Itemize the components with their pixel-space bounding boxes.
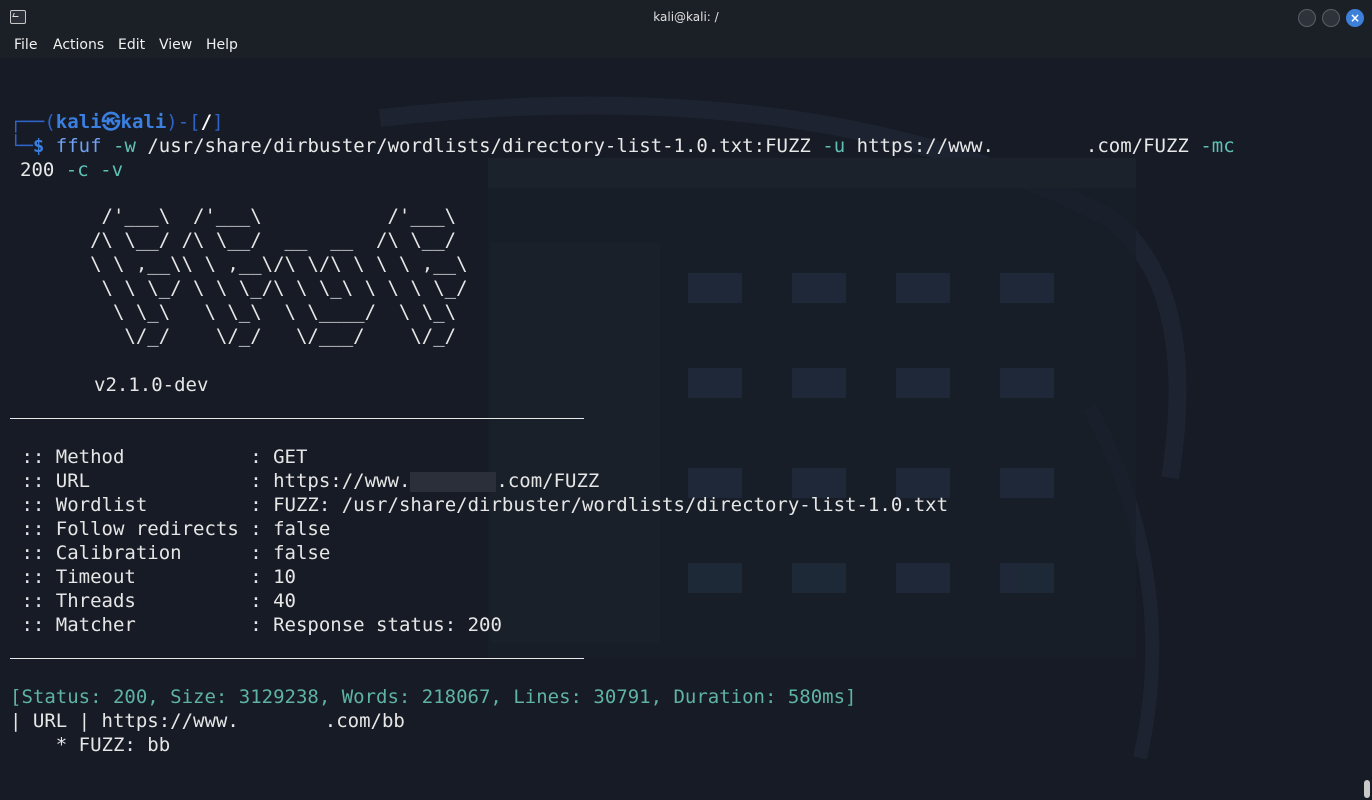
divider-top [10,418,584,419]
config-row: :: Threads : 40 [10,589,296,613]
result-url-label: | URL | https://www. [10,710,239,732]
config-value: false [273,518,331,540]
redacted-domain [239,712,325,732]
config-key: :: Wordlist : [10,494,274,516]
config-key: :: Timeout : [10,566,274,588]
config-row: :: Timeout : 10 [10,565,296,589]
prompt-bracket-open: )-[ [166,111,201,133]
config-key: :: Method : [10,446,274,468]
config-value: Response status: 200 [273,614,502,636]
config-row: :: Matcher : Response status: 200 [10,613,502,637]
banner-line: \ \ \_/ \ \ \_/\ \ \_\ \ \ \ \_/ [10,277,468,299]
banner-line: /'___\ /'___\ /'___\ [10,205,457,227]
config-key: :: Threads : [10,590,274,612]
flag-v: -v [100,159,124,181]
menu-edit[interactable]: Edit [118,37,145,53]
config-value: 40 [273,590,296,612]
config-key: :: URL : [10,470,274,492]
version-text: v2.1.0-dev [94,374,209,396]
menu-actions[interactable]: Actions [53,37,104,53]
banner-line: \ \_\ \ \_\ \ \____/ \ \_\ [10,301,457,323]
flag-mc: -mc [1200,135,1235,157]
wordlist-arg: /usr/share/dirbuster/wordlists/directory… [147,135,811,157]
prompt-dollar: $ [32,135,45,157]
status-line: [Status: 200, Size: 3129238, Words: 2180… [10,686,857,708]
result-url-suffix: .com/bb [324,710,405,732]
config-value: GET [273,446,308,468]
banner-line: \ \ ,__\\ \ ,__\/\ \/\ \ \ \ ,__\ [10,253,468,275]
config-key: :: Calibration : [10,542,274,564]
config-row: :: Follow redirects : false [10,517,330,541]
flag-c: -c [65,159,89,181]
config-row: :: Calibration : false [10,541,330,565]
prompt-line: ┌──(kali㉿kali)-[/] [10,110,224,134]
redacted-domain [994,137,1086,157]
prompt-user: kali㉿kali [55,111,167,133]
minimize-button[interactable] [1298,9,1316,27]
mc-value: 200 [20,159,55,181]
config-key: :: Matcher : [10,614,274,636]
flag-u: -u [822,135,846,157]
divider-bottom [10,658,584,659]
result-url-line: | URL | https://www. .com/bb [10,709,405,733]
flag-w: -w [113,135,136,157]
config-row: :: URL : https://www. .com/FUZZ [10,469,599,493]
window-title: kali@kali: / [653,10,719,24]
config-row: :: Wordlist : FUZZ: /usr/share/dirbuster… [10,493,948,517]
config-value: false [273,542,331,564]
prompt-bracket-close: ] [212,111,224,133]
menu-file[interactable]: File [14,37,37,53]
command-line: └─$ ffuf -w /usr/share/dirbuster/wordlis… [10,134,1235,158]
command-program: ffuf [55,135,102,157]
config-row: :: Method : GET [10,445,307,469]
config-key: :: Follow redirects : [10,518,274,540]
banner-line: \/_/ \/_/ \/___/ \/_/ [10,325,457,347]
prompt-corner-top: ┌──( [10,111,56,133]
config-value: https://www. [273,470,411,492]
maximize-button[interactable] [1322,9,1340,27]
terminal-output[interactable]: ┌──(kali㉿kali)-[/] └─$ ffuf -w /usr/shar… [0,58,1372,800]
fuzz-line: * FUZZ: bb [10,734,171,756]
prompt-path: / [200,111,213,133]
title-bar: kali@kali: / × [0,0,1372,35]
prompt-corner-bottom: └─ [10,135,33,157]
url-prefix: https://www. [856,135,994,157]
redacted-domain [410,471,497,492]
close-button[interactable]: × [1346,9,1364,27]
scrollbar[interactable] [1364,780,1370,798]
config-value: 10 [273,566,296,588]
menu-bar: File Actions Edit View Help [0,34,1372,58]
url-suffix: .com/FUZZ [1085,135,1189,157]
config-url-suffix: .com/FUZZ [496,470,600,492]
command-line-wrap: 200 -c -v [20,158,123,182]
config-value: FUZZ: /usr/share/dirbuster/wordlists/dir… [273,494,949,516]
menu-help[interactable]: Help [206,37,238,53]
banner-line: /\ \__/ /\ \__/ __ __ /\ \__/ [10,229,457,251]
menu-view[interactable]: View [159,37,192,53]
